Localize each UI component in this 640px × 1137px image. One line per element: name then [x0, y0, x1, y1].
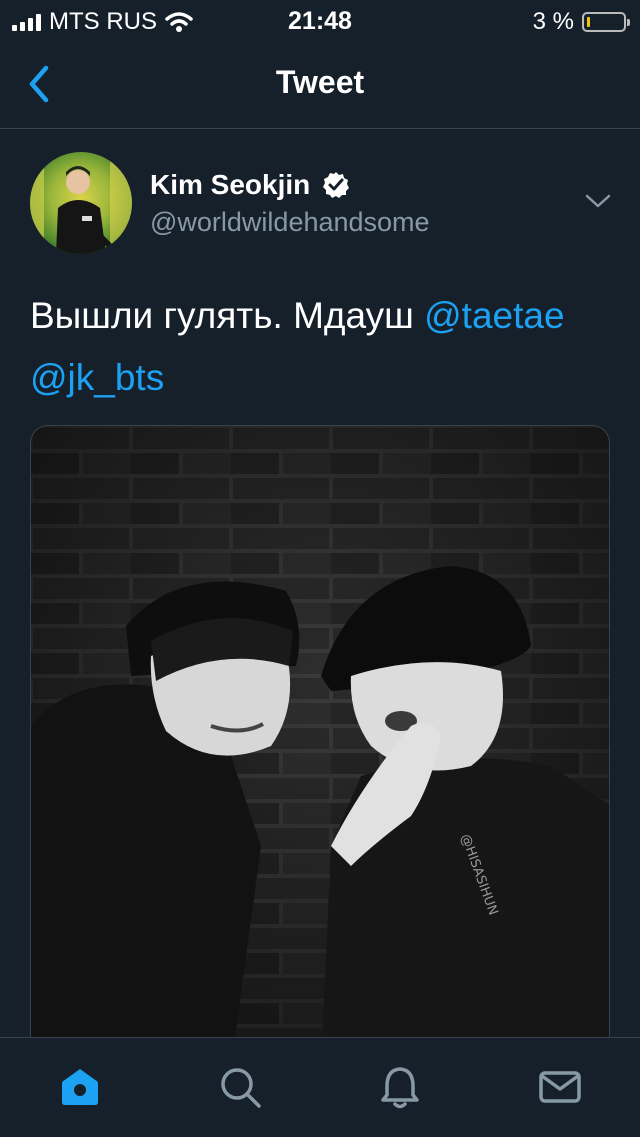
display-name[interactable]: Kim Seokjin — [150, 169, 310, 201]
tweet-body: Вышли гулять. Мдауш — [30, 295, 414, 336]
avatar[interactable] — [30, 152, 132, 254]
search-icon[interactable] — [217, 1064, 263, 1110]
tab-bar — [0, 1037, 640, 1137]
battery-icon — [582, 12, 630, 32]
mention-link[interactable]: @taetae — [424, 295, 564, 336]
page-title: Tweet — [275, 64, 365, 100]
battery-fill — [587, 17, 590, 27]
battery-percent: 3 % — [532, 8, 574, 35]
tweet-text: Вышли гулять. Мдауш @taetae @jk_bts — [30, 285, 610, 409]
user-handle[interactable]: @worldwildehandsome — [150, 207, 430, 238]
verified-badge-icon — [323, 172, 349, 198]
home-icon[interactable] — [57, 1064, 103, 1110]
chevron-down-icon[interactable] — [584, 191, 612, 211]
photo-image: @HISASIHUN — [31, 426, 609, 1037]
status-right: 3 % — [532, 8, 630, 36]
avatar-photo — [30, 152, 132, 254]
tweet-photo[interactable]: @HISASIHUN — [30, 425, 610, 1037]
messages-icon[interactable] — [537, 1064, 583, 1110]
mention-link[interactable]: @jk_bts — [30, 357, 164, 398]
nav-bar: Tweet — [0, 40, 640, 129]
status-bar: MTS RUS 21:48 3 % — [0, 0, 640, 40]
notifications-icon[interactable] — [377, 1064, 423, 1110]
tweet: Kim Seokjin @worldwildehandsome Вышли гу… — [0, 129, 640, 1037]
